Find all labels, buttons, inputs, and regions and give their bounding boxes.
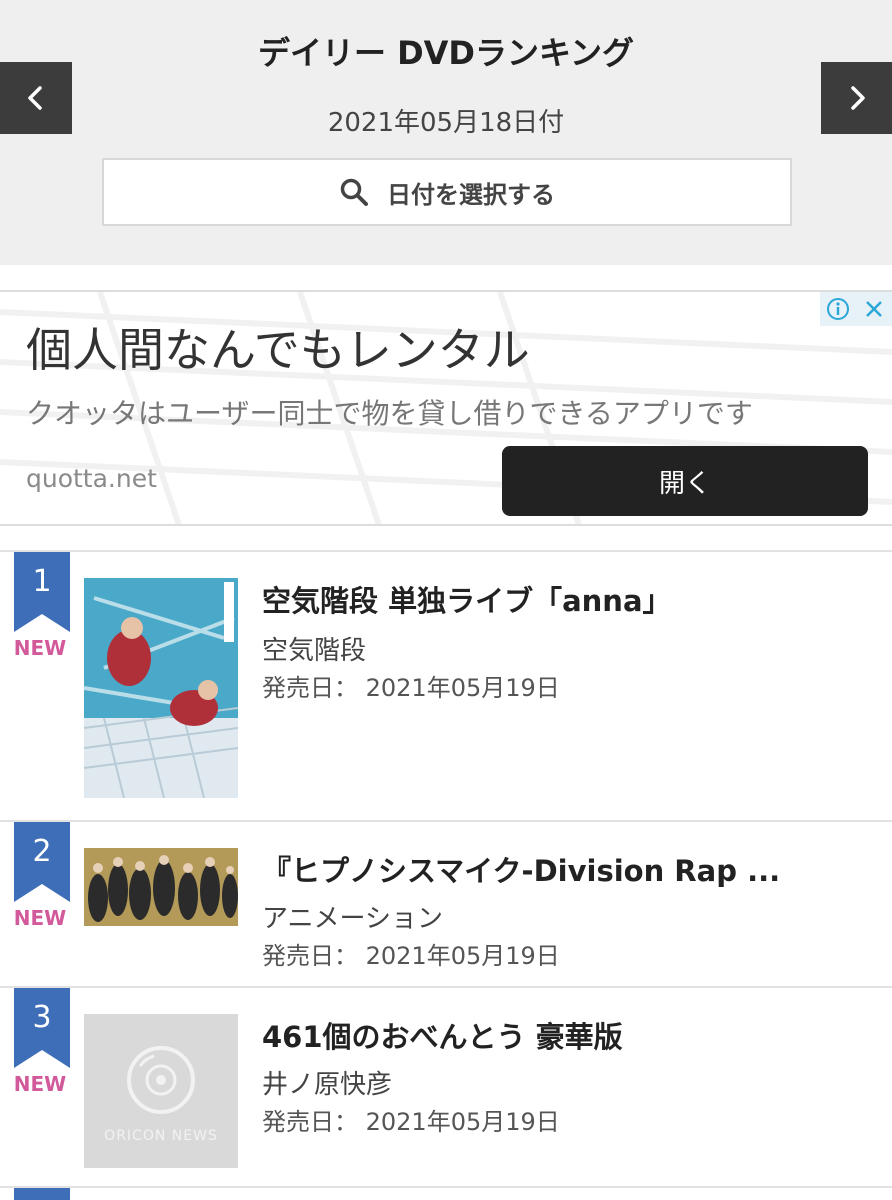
ranking-item[interactable]: 1 NEW 空気階段 単独ライブ「anna」 空気階段 発売日： 2021年05…: [0, 550, 892, 820]
ranking-item[interactable]: 3 NEW ORICON NEWS 461個のおべんとう 豪華版 井ノ原快彦 発…: [0, 986, 892, 1196]
new-badge: NEW: [13, 906, 67, 930]
ad-banner[interactable]: 個人間なんでもレンタル クオッタはユーザー同士で物を貸し借りできるアプリです q…: [0, 290, 892, 526]
item-thumbnail[interactable]: [84, 578, 238, 798]
item-artist[interactable]: アニメーション: [262, 898, 443, 935]
close-icon: [866, 301, 882, 317]
ranking-item[interactable]: [0, 1186, 892, 1200]
ranking-date: 2021年05月18日付: [327, 108, 565, 138]
date-select-button[interactable]: 日付を選択する: [102, 158, 792, 226]
item-title[interactable]: 461個のおべんとう 豪華版: [262, 1014, 623, 1056]
ad-info-button[interactable]: [820, 292, 856, 326]
item-release-date: 発売日： 2021年05月19日: [262, 1108, 560, 1136]
new-badge: NEW: [13, 636, 67, 660]
item-artist[interactable]: 空気階段: [262, 630, 366, 667]
date-select-label: 日付を選択する: [387, 180, 555, 209]
rank-badge: [14, 1188, 70, 1200]
ad-domain: quotta.net: [26, 464, 157, 493]
ranking-item[interactable]: 2 NEW 『ヒプノシスマイク-Division Rap ... アニメーション…: [0, 820, 892, 986]
item-release-date: 発売日： 2021年05月19日: [262, 674, 560, 702]
item-thumbnail-placeholder[interactable]: [84, 1014, 238, 1168]
item-artist[interactable]: 井ノ原快彦: [262, 1064, 392, 1101]
ad-open-button[interactable]: 開く: [502, 446, 868, 516]
rank-number: 3: [32, 1000, 52, 1035]
page-title: デイリー DVDランキング: [257, 34, 635, 72]
new-badge: NEW: [13, 1072, 67, 1096]
rank-number: 2: [32, 834, 52, 869]
ad-description: クオッタはユーザー同士で物を貸し借りできるアプリです: [26, 397, 753, 430]
item-release-date: 発売日： 2021年05月19日: [262, 942, 560, 970]
oricon-news-logo: ORICON NEWS: [104, 1128, 218, 1144]
item-thumbnail[interactable]: [84, 848, 238, 926]
ad-close-button[interactable]: [856, 292, 892, 326]
rank-number: 1: [32, 564, 52, 599]
item-title[interactable]: 空気階段 単独ライブ「anna」: [262, 578, 672, 620]
ranking-header: デイリー DVDランキング 2021年05月18日付 日付を選択する: [0, 0, 892, 265]
ad-headline: 個人間なんでもレンタル: [26, 323, 530, 377]
search-icon: [340, 178, 368, 206]
disc-icon: [84, 1014, 238, 1168]
item-title[interactable]: 『ヒプノシスマイク-Division Rap ...: [262, 848, 780, 890]
info-icon: [827, 298, 849, 320]
